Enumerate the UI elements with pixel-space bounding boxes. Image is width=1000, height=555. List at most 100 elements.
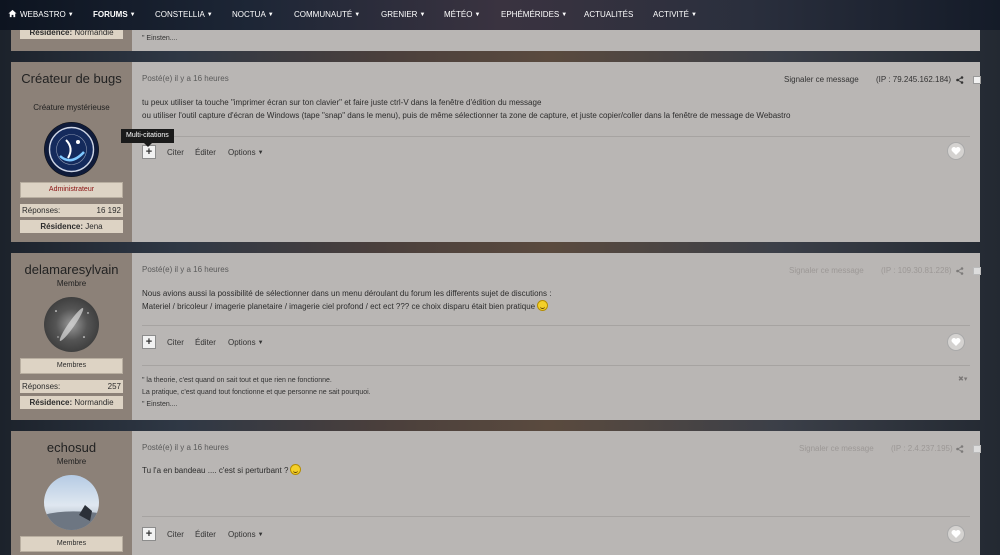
like-button[interactable] <box>947 525 965 543</box>
hide-signature-icon[interactable]: ✖▾ <box>958 375 967 383</box>
author-title: Créature mystérieuse <box>33 103 110 112</box>
report-link[interactable]: Signaler ce message <box>799 444 874 453</box>
post-content-line: Materiel / bricoleur / imagerie planetai… <box>142 300 549 313</box>
chevron-down-icon: ▼ <box>691 12 697 18</box>
divider <box>142 136 970 137</box>
wink-emoji-icon <box>537 300 549 311</box>
author-panel: delamaresylvain Membre Membres Réponses:… <box>11 253 132 420</box>
edit-button[interactable]: Éditer <box>195 148 216 157</box>
nav-item-activite[interactable]: ACTIVITÉ ▼ <box>653 0 697 30</box>
nav-item-forums[interactable]: FORUMS ▼ <box>93 0 136 30</box>
quote-button[interactable]: Citer <box>167 148 184 157</box>
role-badge: Administrateur <box>20 182 123 198</box>
role-badge: Membres <box>20 358 123 374</box>
forum-post: Créateur de bugs Créature mystérieuse Ad… <box>11 62 981 242</box>
multi-quote-tooltip: Multi-citations <box>121 129 174 147</box>
previous-post-tail: Résidence: Normandie " Einsten.... <box>11 26 980 51</box>
post-content-line: Tu l'a en bandeau .... c'est si perturba… <box>142 464 302 477</box>
chevron-down-icon: ▼ <box>257 340 264 346</box>
ip-address: (IP : 2.4.237.195) <box>891 444 953 453</box>
report-link[interactable]: Signaler ce message <box>784 75 859 84</box>
forum-post: echosud Membre Membres Posté(e) il y a 1… <box>11 431 981 555</box>
role-badge: Membres <box>20 536 123 552</box>
author-name[interactable]: delamaresylvain <box>11 262 132 277</box>
residence-row: Résidence: Normandie <box>20 396 123 409</box>
author-panel: Résidence: Normandie <box>11 26 132 51</box>
nav-item-noctua[interactable]: NOCTUA ▼ <box>232 0 274 30</box>
wink-emoji-icon <box>290 464 302 475</box>
home-icon <box>8 9 17 18</box>
multiselect-checkbox[interactable] <box>973 445 981 453</box>
webastro-logo-avatar <box>44 122 99 177</box>
chevron-down-icon: ▼ <box>267 12 274 18</box>
signature-line: La pratique, c'est quand tout fonctionne… <box>142 389 371 396</box>
galaxy-avatar-image <box>55 308 89 341</box>
author-name[interactable]: echosud <box>11 440 132 455</box>
post-content-line: Nous avions aussi la possibilité de séle… <box>142 289 552 298</box>
like-button[interactable] <box>947 142 965 160</box>
ip-address: (IP : 109.30.81.228) <box>881 266 952 275</box>
divider <box>142 516 970 517</box>
heart-icon <box>951 530 961 538</box>
chevron-down-icon: ▼ <box>474 12 481 18</box>
observatory-avatar-image <box>44 505 99 530</box>
options-menu[interactable]: Options ▼ <box>228 148 264 157</box>
post-date[interactable]: Posté(e) il y a 16 heures <box>142 74 229 83</box>
author-panel: echosud Membre Membres <box>11 431 132 555</box>
multi-quote-button[interactable]: + <box>142 145 156 159</box>
chevron-down-icon: ▼ <box>561 12 568 18</box>
chevron-down-icon: ▼ <box>257 532 264 538</box>
residence-row: Résidence: Jena <box>20 220 123 233</box>
nav-item-communaute[interactable]: COMMUNAUTÉ ▼ <box>294 0 360 30</box>
divider <box>142 325 970 326</box>
chevron-down-icon: ▼ <box>257 150 264 156</box>
multiselect-checkbox[interactable] <box>973 267 981 275</box>
chevron-down-icon: ▼ <box>67 12 74 18</box>
nav-item-grenier[interactable]: GRENIER ▼ <box>381 0 425 30</box>
stats-row: Réponses: 257 <box>20 380 123 393</box>
signature-divider <box>142 365 970 366</box>
share-icon[interactable] <box>956 76 964 84</box>
nav-item-meteo[interactable]: MÉTÉO ▼ <box>444 0 480 30</box>
options-menu[interactable]: Options ▼ <box>228 530 264 539</box>
nav-item-constellia[interactable]: CONSTELLIA ▼ <box>155 0 213 30</box>
chevron-down-icon: ▼ <box>419 12 426 18</box>
quote-button[interactable]: Citer <box>167 338 184 347</box>
stats-row: Réponses: 16 192 <box>20 204 123 217</box>
nav-item-webastro[interactable]: WEBASTRO ▼ <box>8 0 74 30</box>
signature-line: " la theorie, c'est quand on sait tout e… <box>142 377 332 384</box>
avatar[interactable] <box>44 475 99 530</box>
post-date[interactable]: Posté(e) il y a 16 heures <box>142 265 229 274</box>
nav-item-ephemerides[interactable]: EPHÉMÉRIDES ▼ <box>501 0 567 30</box>
multiselect-checkbox[interactable] <box>973 76 981 84</box>
nav-item-actualites[interactable]: ACTUALITÉS <box>584 0 633 30</box>
ip-address: (IP : 79.245.162.184) <box>876 75 952 84</box>
like-button[interactable] <box>947 333 965 351</box>
avatar[interactable] <box>44 122 99 177</box>
post-content-line: tu peux utiliser ta touche "imprimer écr… <box>142 98 542 107</box>
multi-quote-button[interactable]: + <box>142 527 156 541</box>
author-name[interactable]: Créateur de bugs <box>11 71 132 86</box>
heart-icon <box>951 147 961 155</box>
chevron-down-icon: ▼ <box>129 12 136 18</box>
author-title: Membre <box>56 279 87 288</box>
post-date[interactable]: Posté(e) il y a 16 heures <box>142 443 229 452</box>
avatar[interactable] <box>44 297 99 352</box>
author-panel: Créateur de bugs Créature mystérieuse Ad… <box>11 62 132 242</box>
multi-quote-button[interactable]: + <box>142 335 156 349</box>
report-link[interactable]: Signaler ce message <box>789 266 864 275</box>
signature-line: " Einsten.... <box>142 35 178 42</box>
edit-button[interactable]: Éditer <box>195 338 216 347</box>
quote-button[interactable]: Citer <box>167 530 184 539</box>
options-menu[interactable]: Options ▼ <box>228 338 264 347</box>
post-content-line: ou utiliser l'outil capture d'écran de W… <box>142 111 791 120</box>
signature-line: " Einsten.... <box>142 401 178 408</box>
share-icon[interactable] <box>956 267 964 275</box>
top-navigation-bar: WEBASTRO ▼ FORUMS ▼ CONSTELLIA ▼ NOCTUA ▼ CO… <box>0 0 1000 30</box>
edit-button[interactable]: Éditer <box>195 530 216 539</box>
author-title: Membre <box>56 457 87 466</box>
chevron-down-icon: ▼ <box>354 12 361 18</box>
share-icon[interactable] <box>956 445 964 453</box>
chevron-down-icon: ▼ <box>206 12 213 18</box>
heart-icon <box>951 338 961 346</box>
